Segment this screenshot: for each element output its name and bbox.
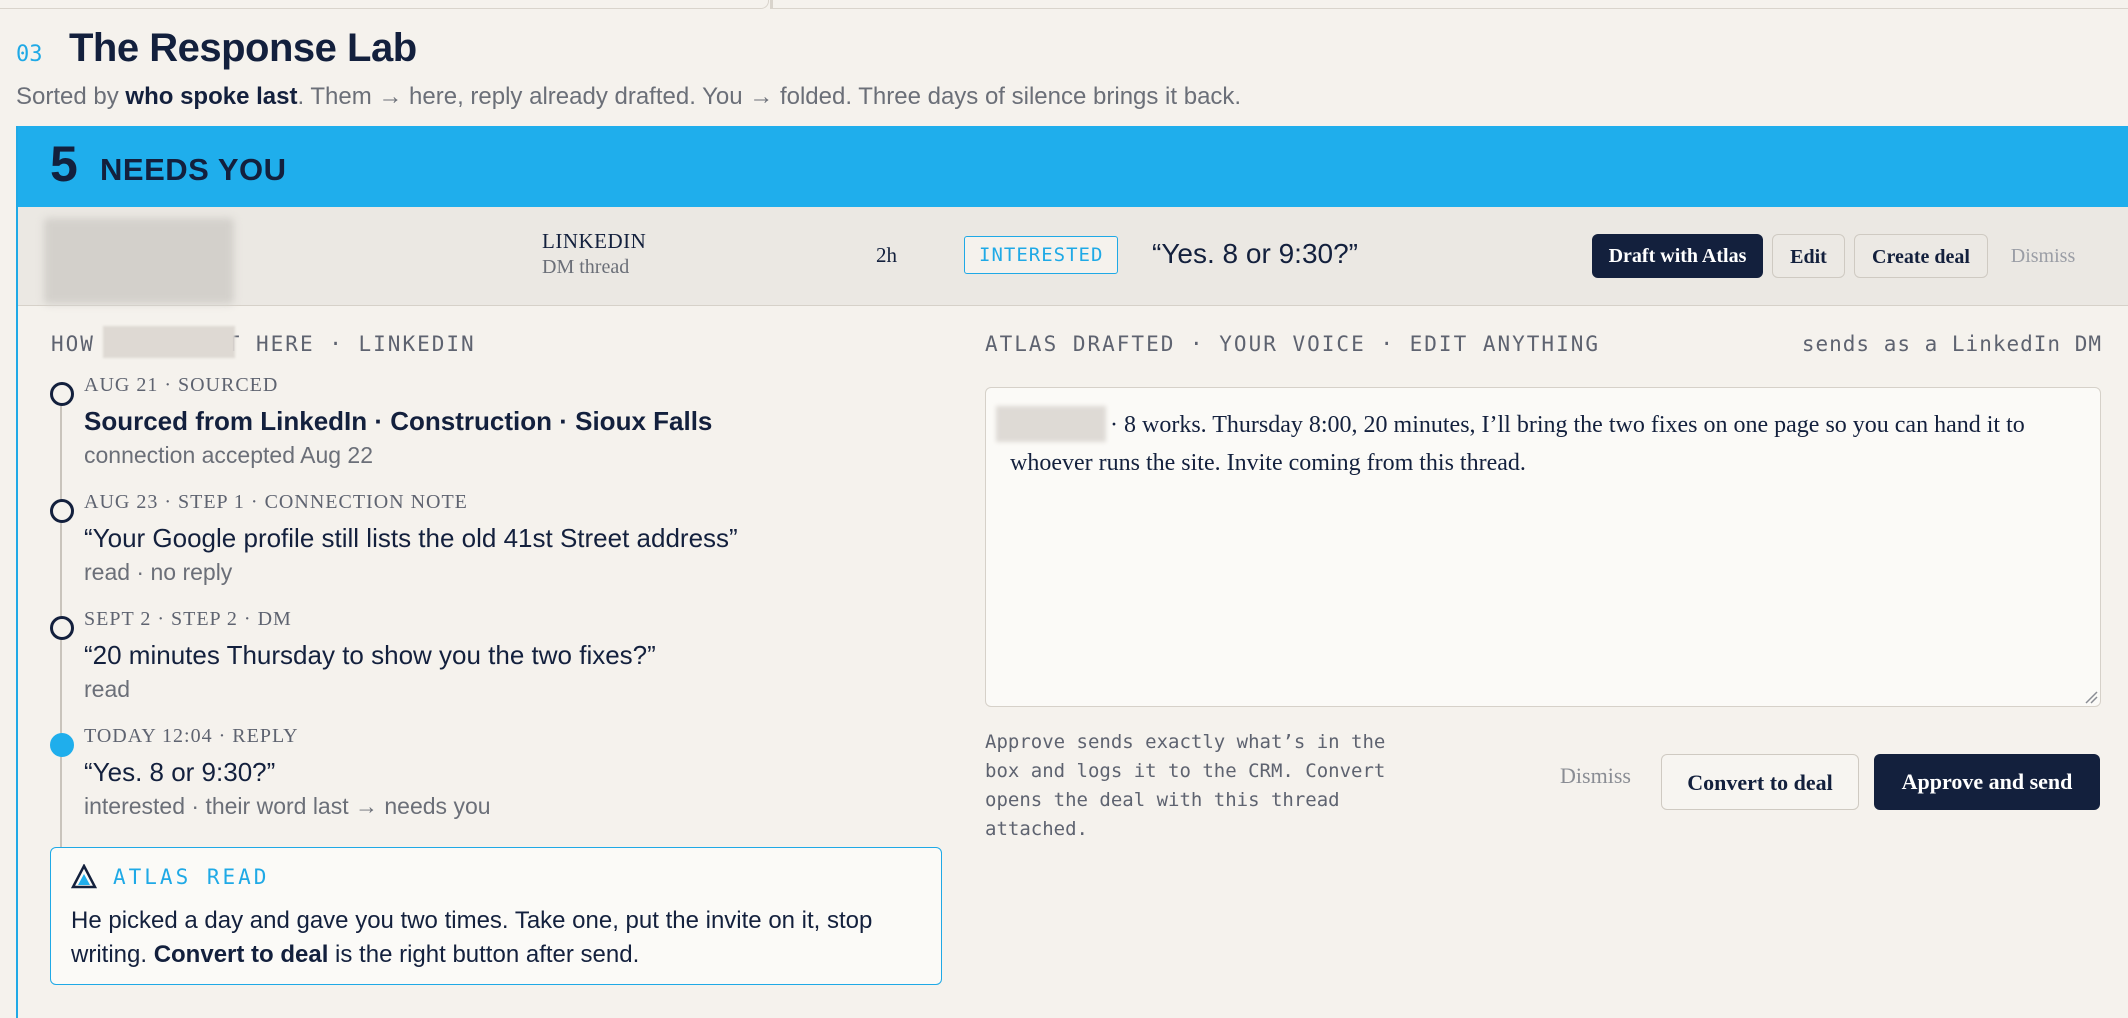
draft-reply-text: · 8 works. Thursday 8:00, 20 minutes, I’…: [1010, 412, 2025, 476]
needs-you-banner[interactable]: 5 NEEDS YOU: [18, 126, 2128, 207]
approve-help-text: Approve sends exactly what’s in the box …: [985, 731, 1386, 840]
timeline-dot: [50, 499, 74, 523]
history-heading-redacted: [103, 326, 235, 358]
needs-you-label: NEEDS YOU: [100, 152, 287, 187]
approve-and-send-button[interactable]: Approve and send: [1874, 754, 2100, 810]
event-sub: connection accepted Aug 22: [84, 442, 374, 468]
next-section-edge: [770, 0, 2128, 9]
channel-label: LINKEDIN: [542, 229, 647, 253]
timeline-dot-active: [50, 733, 74, 757]
timeline-dot: [50, 616, 74, 640]
atlas-read-heading: ATLAS READ: [113, 865, 270, 889]
event-sub: read · no reply: [84, 559, 233, 585]
thread-row[interactable]: LINKEDIN DM thread 2h INTERESTED “Yes. 8…: [18, 207, 2128, 306]
event-title: Sourced from LinkedIn · Construction · S…: [84, 406, 713, 436]
draft-heading: ATLAS DRAFTED · YOUR VOICE · EDIT ANYTHI…: [985, 332, 1601, 356]
event-title: “Yes. 8 or 9:30?”: [84, 757, 276, 787]
timeline-dot: [50, 382, 74, 406]
event-title: “Your Google profile still lists the old…: [84, 523, 738, 553]
needs-you-panel: 5 NEEDS YOU LINKEDIN DM thread 2h INTERE…: [16, 126, 2128, 1018]
create-deal-button[interactable]: Create deal: [1854, 234, 1988, 278]
atlas-read-text: He picked a day and gave you two times. …: [71, 907, 873, 968]
draft-dismiss-button[interactable]: Dismiss: [1548, 754, 1643, 798]
last-message-preview: “Yes. 8 or 9:30?”: [1152, 238, 1358, 269]
status-badge: INTERESTED: [964, 236, 1119, 274]
event-sub: interested · their word last → needs you: [84, 793, 491, 819]
event-meta: SEPT 2 · STEP 2 · DM: [84, 608, 292, 630]
top-tab-strip: [0, 0, 2128, 10]
edit-button[interactable]: Edit: [1772, 234, 1845, 278]
sends-as-label: sends as a LinkedIn DM: [1801, 332, 2102, 356]
row-dismiss-button[interactable]: Dismiss: [1998, 234, 2088, 278]
draft-reply-textarea[interactable]: · 8 works. Thursday 8:00, 20 minutes, I’…: [985, 387, 2101, 707]
convert-to-deal-button[interactable]: Convert to deal: [1661, 754, 1859, 810]
section-number: 03: [16, 42, 43, 67]
atlas-read-card: ATLAS READ He picked a day and gave you …: [50, 847, 942, 985]
event-sub: read: [84, 676, 131, 702]
thread-age: 2h: [876, 243, 897, 267]
page-subtitle: Sorted by who spoke last. Them → here, r…: [16, 83, 1242, 110]
contact-name-redacted: [44, 218, 234, 304]
event-meta: AUG 23 · STEP 1 · CONNECTION NOTE: [84, 491, 468, 513]
previous-section-edge: [0, 0, 769, 9]
event-meta: TODAY 12:04 · REPLY: [84, 725, 299, 747]
page-title: The Response Lab: [69, 26, 417, 70]
draft-with-atlas-button[interactable]: Draft with Atlas: [1592, 234, 1763, 278]
event-title: “20 minutes Thursday to show you the two…: [84, 640, 656, 670]
resize-grip-icon[interactable]: [2084, 690, 2098, 704]
event-meta: AUG 21 · SOURCED: [84, 374, 279, 396]
atlas-logo-icon: [71, 864, 97, 889]
needs-you-count: 5: [50, 136, 78, 192]
channel-sub-label: DM thread: [542, 256, 630, 278]
